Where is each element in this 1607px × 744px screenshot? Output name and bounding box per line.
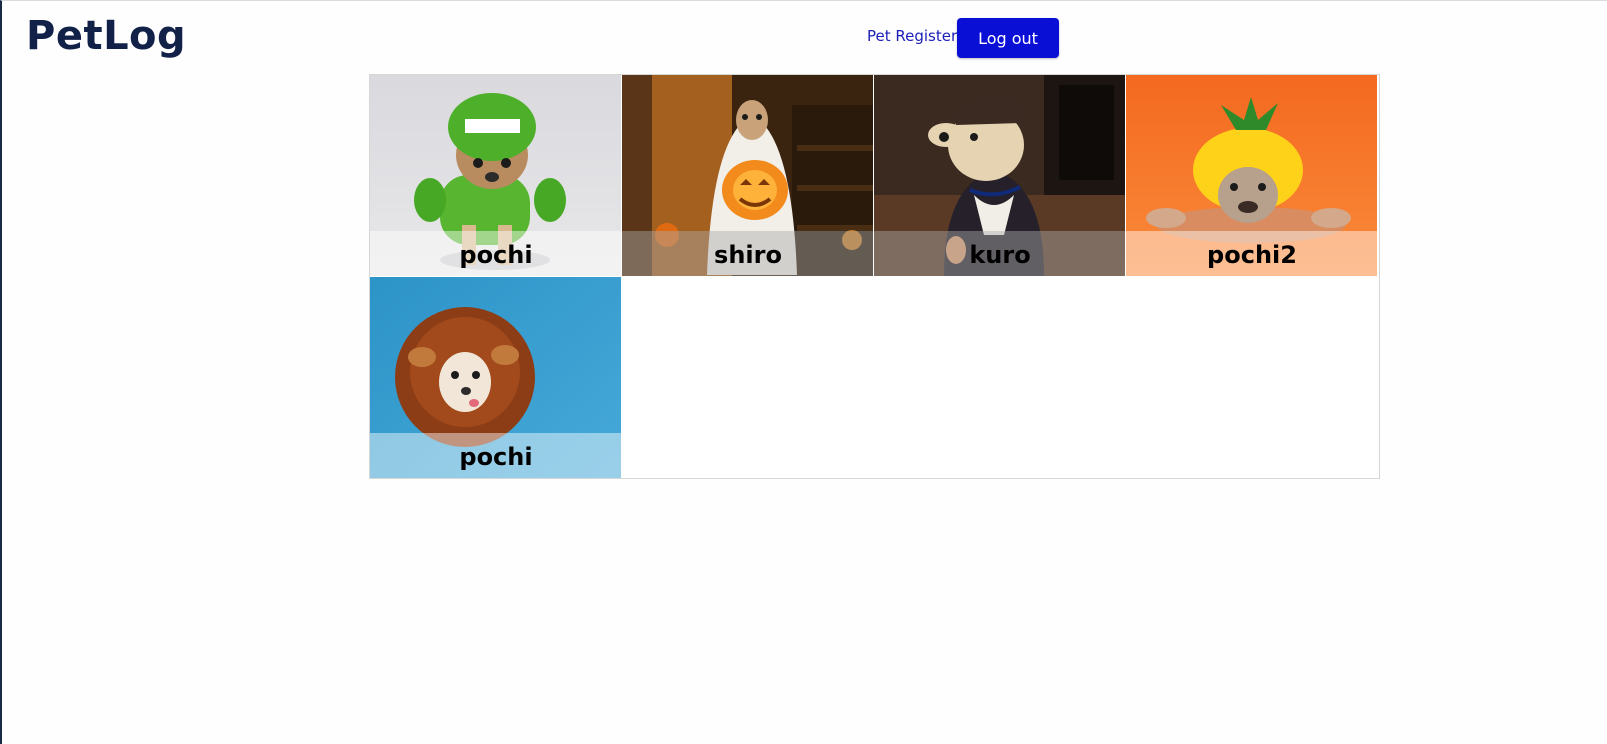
pet-name: shiro	[714, 240, 782, 269]
pet-name: pochi	[459, 240, 533, 269]
pet-name-caption: pochi2	[1126, 231, 1377, 276]
pet-name: pochi	[459, 442, 533, 471]
pet-card[interactable]: kuro	[874, 75, 1126, 276]
pet-register-link[interactable]: Pet Register	[867, 27, 957, 45]
pet-name-caption: kuro	[874, 231, 1125, 276]
pet-name-caption: pochi	[370, 231, 621, 276]
pet-name-caption: pochi	[370, 433, 621, 478]
app-window: PetLog Pet Register Log out pochi shiro …	[0, 0, 1607, 744]
pet-name-caption: shiro	[622, 231, 873, 276]
app-logo[interactable]: PetLog	[26, 13, 186, 59]
pet-card[interactable]: pochi	[370, 277, 622, 478]
pet-name: kuro	[969, 240, 1031, 269]
pet-grid: pochi shiro kuro pochi2 pochi	[369, 74, 1380, 479]
pet-card[interactable]: shiro	[622, 75, 874, 276]
pet-card[interactable]: pochi2	[1126, 75, 1378, 276]
logout-button[interactable]: Log out	[957, 18, 1059, 58]
pet-card[interactable]: pochi	[370, 75, 622, 276]
pet-name: pochi2	[1207, 240, 1297, 269]
